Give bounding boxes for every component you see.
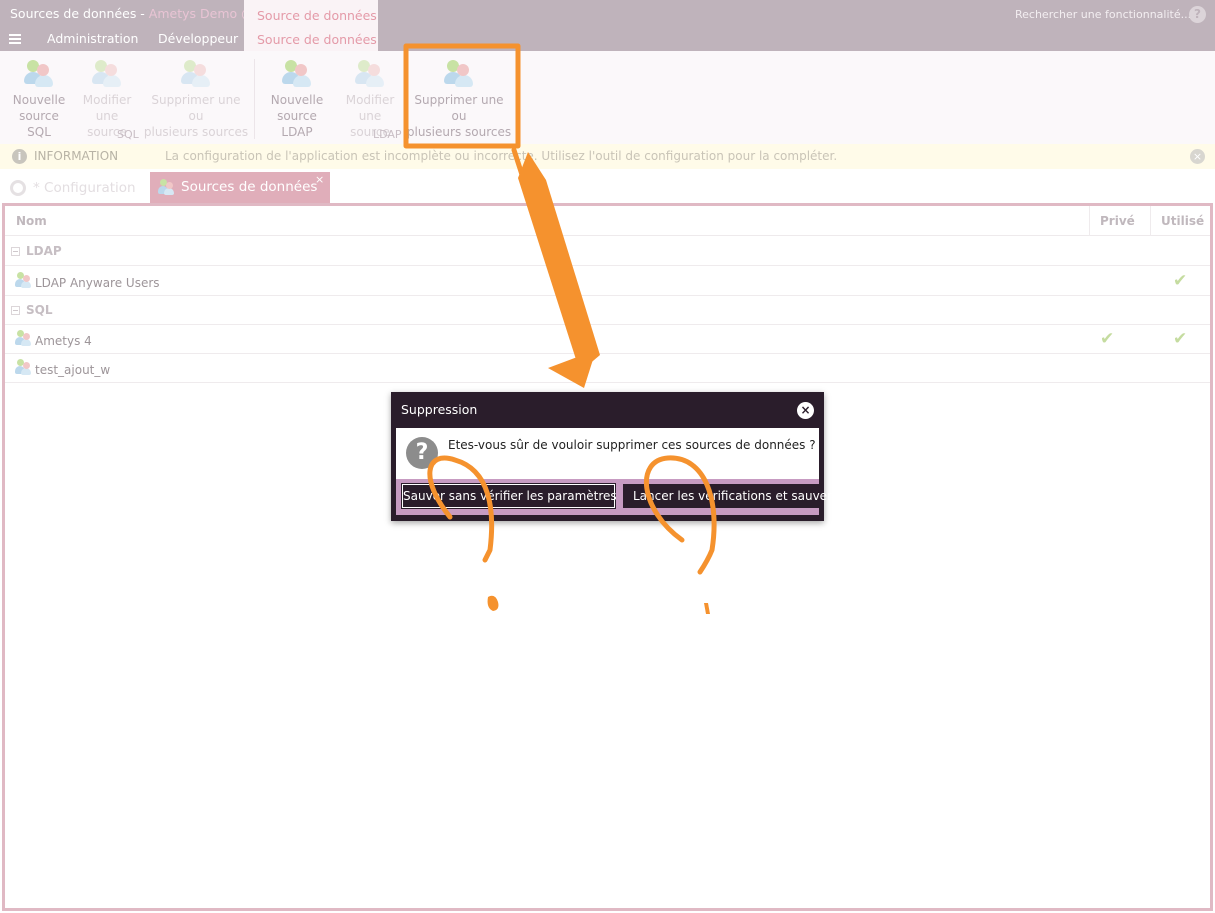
button-label: Nouvelle xyxy=(270,93,324,107)
row-name: test_ajout_w xyxy=(35,363,111,377)
button-label: Supprimer une ou xyxy=(414,93,504,123)
info-message: La configuration de l'application est in… xyxy=(165,149,838,163)
button-label: plusieurs sources xyxy=(406,125,512,139)
question-icon: ? xyxy=(406,437,438,469)
suppression-dialog: Suppression × ? Etes-vous sûr de vouloir… xyxy=(391,392,832,521)
help-icon[interactable]: ? xyxy=(1189,6,1206,23)
ribbon-separator xyxy=(254,59,255,139)
group-label: LDAP xyxy=(26,244,62,258)
row-name: LDAP Anyware Users xyxy=(35,276,160,290)
users-icon xyxy=(181,58,211,88)
tab-configuration-label: * Configuration xyxy=(33,180,136,196)
tab-sources-de-donnees[interactable]: Sources de données × xyxy=(150,172,330,203)
app-title-text: Sources de données - xyxy=(10,6,149,21)
close-icon[interactable]: × xyxy=(797,402,814,419)
tab-sources-de-donnees-label: Sources de données xyxy=(181,179,318,195)
group-row-ldap[interactable]: LDAP xyxy=(5,237,1210,266)
group-row-sql[interactable]: SQL xyxy=(5,296,1210,325)
app-title: Sources de données - Ametys Demo @A... xyxy=(10,6,274,21)
ribbon-group-ldap-label: LDAP xyxy=(373,128,402,141)
title-bar: Sources de données - Ametys Demo @A... S… xyxy=(0,0,1215,51)
row-name: Ametys 4 xyxy=(35,334,92,348)
delete-sql-sources-button[interactable]: Supprimer une ou plusieurs sources xyxy=(143,58,249,140)
tab-developpeur[interactable]: Développeur xyxy=(158,31,238,46)
delete-ldap-sources-button[interactable]: Supprimer une ou plusieurs sources xyxy=(406,58,512,140)
ribbon: Nouvelle source SQL Modifier une source … xyxy=(0,51,1215,144)
info-icon: i xyxy=(12,149,27,164)
table-row[interactable]: test_ajout_w xyxy=(5,354,1210,383)
button-label: Modifier xyxy=(82,93,132,107)
table-row[interactable]: Ametys 4 ✔ ✔ xyxy=(5,325,1210,354)
check-icon: ✔ xyxy=(1100,329,1115,349)
contextual-tab-group[interactable]: Source de données Source de données xyxy=(244,0,378,51)
column-separator xyxy=(1089,206,1090,236)
column-header-private[interactable]: Privé xyxy=(1100,214,1135,228)
users-icon xyxy=(444,58,474,88)
close-tab-icon[interactable]: × xyxy=(315,173,324,186)
users-icon xyxy=(15,272,31,288)
dialog-body: ? Etes-vous sûr de vouloir supprimer ces… xyxy=(396,428,819,479)
check-icon: ✔ xyxy=(1173,271,1188,291)
users-icon xyxy=(15,330,31,346)
button-label: source LDAP xyxy=(277,109,317,139)
search-feature-input[interactable]: Rechercher une fonctionnalité... xyxy=(1015,8,1191,21)
gear-icon xyxy=(10,180,26,196)
table-row[interactable]: LDAP Anyware Users ✔ xyxy=(5,267,1210,296)
users-icon xyxy=(355,58,385,88)
tab-source-de-donnees[interactable]: Source de données xyxy=(257,32,377,47)
column-separator xyxy=(1150,206,1151,236)
check-icon: ✔ xyxy=(1173,329,1188,349)
group-label: SQL xyxy=(26,303,53,317)
users-icon xyxy=(24,58,54,88)
save-without-check-button[interactable]: Sauver sans vérifier les paramètres xyxy=(402,484,617,508)
button-label: Supprimer une ou xyxy=(151,93,241,123)
datasources-grid: Nom Privé Utilisé LDAP LDAP Anyware User… xyxy=(2,203,1213,911)
new-sql-source-button[interactable]: Nouvelle source SQL xyxy=(6,58,72,140)
contextual-tab-group-label: Source de données xyxy=(257,8,377,23)
users-icon xyxy=(282,58,312,88)
tab-administration[interactable]: Administration xyxy=(47,31,138,46)
tab-configuration[interactable]: * Configuration xyxy=(0,172,145,202)
users-icon xyxy=(15,359,31,375)
information-bar: i INFORMATION La configuration de l'appl… xyxy=(0,144,1215,169)
column-header-name[interactable]: Nom xyxy=(16,214,47,228)
info-label: INFORMATION xyxy=(34,149,119,163)
new-ldap-source-button[interactable]: Nouvelle source LDAP xyxy=(261,58,333,140)
menu-icon[interactable] xyxy=(9,34,21,44)
dialog-title: Suppression xyxy=(401,402,478,417)
grid-header: Nom Privé Utilisé xyxy=(5,206,1210,236)
button-label: Modifier xyxy=(345,93,395,107)
dialog-message: Etes-vous sûr de vouloir supprimer ces s… xyxy=(448,438,816,452)
users-icon xyxy=(158,179,176,197)
check-and-save-button[interactable]: Lancer les vérifications et sauver xyxy=(623,484,832,508)
button-label: source SQL xyxy=(19,109,59,139)
column-header-used[interactable]: Utilisé xyxy=(1161,214,1204,228)
ribbon-group-sql-label: SQL xyxy=(117,128,139,141)
button-label: plusieurs sources xyxy=(143,125,249,139)
dialog-footer: Sauver sans vérifier les paramètres Lanc… xyxy=(396,479,832,515)
collapse-icon[interactable] xyxy=(11,247,20,256)
button-label: Nouvelle xyxy=(12,93,66,107)
close-icon[interactable]: × xyxy=(1190,149,1205,164)
users-icon xyxy=(92,58,122,88)
collapse-icon[interactable] xyxy=(11,306,20,315)
